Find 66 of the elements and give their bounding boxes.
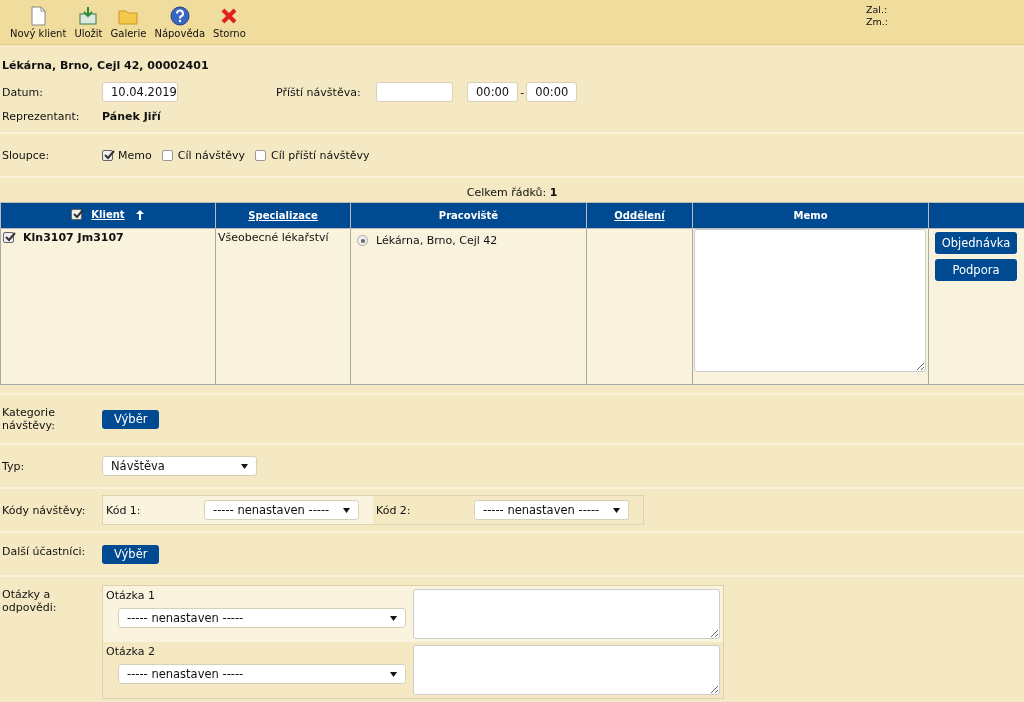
radio-button[interactable]: [357, 235, 368, 246]
time-separator: -: [520, 85, 525, 99]
toolbar-button[interactable]: Storno: [209, 0, 250, 39]
answer-select[interactable]: ----- nenastaven -----: [118, 608, 406, 628]
toolbar-button[interactable]: Galerie: [106, 0, 151, 39]
workplace-text: Lékárna, Brno, Cejl 42: [376, 234, 498, 247]
row-count: 1: [549, 186, 558, 199]
column-sort-link[interactable]: Klient: [91, 209, 125, 220]
field-label: Typ:: [1, 459, 26, 473]
row-count-label: Celkem řádků:: [466, 186, 548, 199]
caret-icon: [390, 615, 397, 621]
next-visit-field[interactable]: [376, 82, 453, 102]
question-label: Otázka 2: [106, 645, 155, 658]
field-label: Datum:: [1, 85, 44, 99]
caret-icon: [613, 507, 620, 513]
checkbox[interactable]: [255, 149, 267, 161]
checkbox-label: Memo: [118, 148, 152, 162]
field-label: Kód 2:: [376, 503, 412, 517]
specialization-text: Všeobecné lékařství: [218, 231, 329, 244]
field-value: Pánek Jiří: [102, 109, 161, 123]
disk-arrow-icon: [77, 5, 100, 27]
column-sort-link[interactable]: Specializace: [248, 210, 318, 221]
field-label: Otázky a odpovědi:: [1, 588, 58, 614]
checkbox-label: Cíl návštěvy: [177, 148, 246, 162]
toolbar-button[interactable]: Uložit: [70, 0, 107, 39]
checkbox[interactable]: [161, 149, 173, 161]
client-title: Lékárna, Brno, Cejl 42, 00002401: [2, 59, 210, 72]
arrow-up-icon: [134, 209, 145, 220]
info-label: Zm.:: [866, 16, 888, 28]
caret-icon: [241, 463, 248, 469]
time-field[interactable]: 00:00: [467, 82, 519, 102]
checkbox[interactable]: [102, 149, 113, 161]
checkbox[interactable]: [71, 209, 83, 220]
checkbox-label: Cíl příští návštěvy: [271, 148, 370, 162]
info-label: Zal.:: [866, 4, 888, 16]
time-field[interactable]: 00:00: [526, 82, 578, 102]
toolbar-button[interactable]: Nový klient: [6, 0, 71, 39]
date-field[interactable]: 10.04.2019: [102, 82, 178, 102]
caret-icon: [343, 507, 350, 513]
answer-field[interactable]: [413, 645, 720, 695]
help-icon: [168, 5, 191, 27]
checkbox[interactable]: [3, 232, 14, 243]
code-select[interactable]: ----- nenastaven -----: [204, 500, 359, 520]
field-label: Sloupce:: [1, 148, 51, 162]
field-label: Kód 1:: [106, 503, 142, 517]
client-name: Kln3107 Jm3107: [23, 231, 124, 244]
column-sort-link[interactable]: Oddělení: [614, 210, 665, 221]
column-title: Pracoviště: [438, 210, 499, 221]
action-button[interactable]: Podpora: [935, 259, 1017, 281]
column-title: Memo: [793, 210, 828, 221]
code-select[interactable]: ----- nenastaven -----: [474, 500, 629, 520]
question-label: Otázka 1: [106, 589, 155, 602]
action-button[interactable]: Objednávka: [935, 232, 1017, 254]
toolbar-button[interactable]: Nápověda: [150, 0, 210, 39]
field-label: Kódy návštěvy:: [1, 503, 87, 517]
field-label: Reprezentant:: [1, 109, 81, 123]
select-button[interactable]: Výběr: [102, 409, 160, 429]
field-label: Další účastníci:: [1, 545, 87, 558]
field-label: Příští návštěva:: [276, 85, 362, 99]
answer-field[interactable]: [413, 589, 720, 639]
memo-field[interactable]: [694, 229, 926, 372]
field-label: Kategorie návštěvy:: [1, 406, 56, 432]
answer-select[interactable]: ----- nenastaven -----: [118, 664, 406, 684]
type-select[interactable]: Návštěva: [102, 456, 257, 476]
select-button[interactable]: Výběr: [102, 544, 160, 564]
caret-icon: [390, 671, 397, 677]
